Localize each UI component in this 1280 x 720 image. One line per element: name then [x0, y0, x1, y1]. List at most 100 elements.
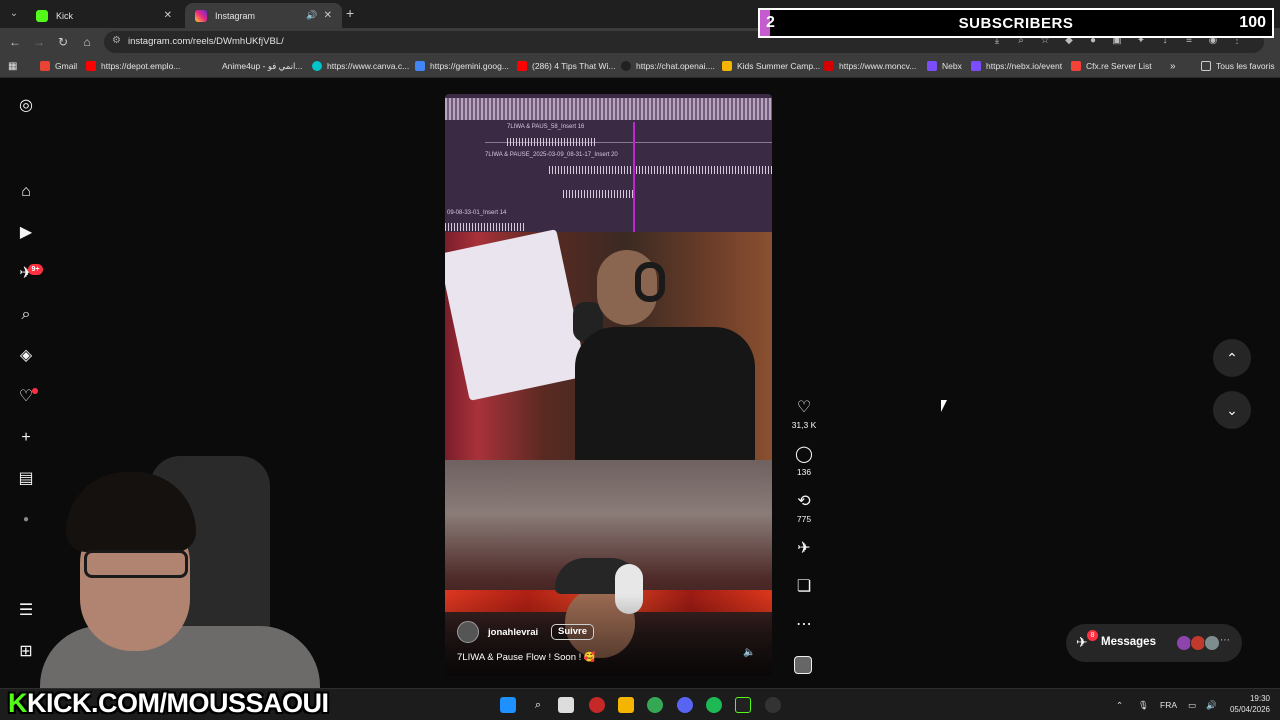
obs-icon[interactable] — [765, 697, 781, 713]
like-count: 31,3 K — [791, 420, 817, 430]
start-icon[interactable] — [500, 697, 516, 713]
all-bookmarks[interactable]: Tous les favoris — [1201, 61, 1275, 71]
openai-icon — [621, 61, 631, 71]
bookmark-item[interactable]: (286) 4 Tips That Wi... — [517, 61, 615, 71]
close-icon[interactable]: ✕ — [164, 10, 172, 21]
app-icon[interactable] — [589, 697, 605, 713]
bookmark-item[interactable]: Anime4up - انمي فو... — [222, 61, 302, 72]
comment-icon[interactable]: ◯ — [790, 445, 818, 465]
tray-chevron-icon[interactable]: ⌃ — [1116, 700, 1123, 711]
heart-icon[interactable]: ♡ — [790, 398, 818, 418]
apps-icon[interactable]: ▦ — [8, 61, 17, 72]
audio-clip — [507, 138, 597, 146]
avatar[interactable] — [457, 621, 479, 643]
streamer-glasses — [84, 550, 188, 578]
more-icon: ⋯ — [1220, 635, 1230, 646]
previous-reel-button[interactable]: ⌃ — [1213, 339, 1251, 377]
bookmark-icon[interactable]: ❏ — [790, 577, 818, 597]
taskbar-clock[interactable]: 19:30 05/04/2026 — [1222, 693, 1270, 715]
chevron-right-icon[interactable]: » — [1170, 61, 1176, 72]
bookmark-item[interactable]: https://www.canva.c... — [312, 61, 409, 71]
instagram-logo-icon[interactable]: ◎ — [16, 96, 36, 116]
kick-app-icon[interactable] — [735, 697, 751, 713]
back-icon[interactable]: ← — [6, 33, 24, 51]
plus-icon[interactable]: + — [16, 428, 36, 448]
home-icon[interactable]: ⌂ — [16, 182, 36, 202]
home-icon[interactable]: ⌂ — [78, 33, 96, 51]
nebx-icon — [927, 61, 937, 71]
bookmark-item[interactable]: Gmail — [40, 61, 77, 71]
messages-button[interactable]: ✈ 8 Messages ⋯ — [1066, 624, 1242, 662]
follow-button[interactable]: Suivre — [551, 624, 595, 640]
volume-icon[interactable]: 🔊 — [1206, 700, 1217, 711]
more-icon[interactable]: ⋯ — [790, 615, 818, 635]
comment-count: 136 — [796, 467, 812, 477]
studio-scene-top — [445, 229, 772, 467]
volume-icon[interactable]: 🔈 — [743, 647, 755, 658]
messages-label: Messages — [1101, 636, 1156, 648]
next-reel-button[interactable]: ⌄ — [1213, 391, 1251, 429]
audio-clip — [549, 166, 772, 174]
spotify-icon[interactable] — [706, 697, 722, 713]
save-action[interactable]: ❏ — [790, 577, 818, 597]
subscriber-goal: 100 — [1239, 14, 1266, 31]
instagram-icon — [195, 9, 207, 22]
chrome-icon[interactable] — [647, 697, 663, 713]
repost-icon[interactable]: ⟲ — [790, 492, 818, 512]
bookmark-item[interactable]: https://depot.emplo... — [86, 61, 180, 71]
bookmark-item[interactable]: https://gemini.goog... — [415, 61, 509, 71]
reel-video[interactable]: 7LIWA & PAUS_58_Insert 16 7LIWA & PAUSE_… — [445, 94, 772, 676]
person-body — [575, 327, 755, 467]
discord-icon[interactable] — [677, 697, 693, 713]
like-action[interactable]: ♡ 31,3 K — [790, 398, 818, 430]
clip-label: 7LIWA & PAUSE_2025-03-09_08-31-17_Insert… — [485, 152, 618, 158]
clock-time: 19:30 — [1249, 694, 1270, 703]
reels-icon[interactable]: ▶ — [16, 223, 36, 243]
site-info-icon[interactable]: ⚙ — [112, 35, 121, 46]
search-icon[interactable]: ⌕ — [16, 305, 36, 325]
address-url: instagram.com/reels/DWmhUKfjVBL/ — [128, 36, 284, 47]
search-icon[interactable]: ⌕ — [530, 697, 546, 713]
messages-badge: 8 — [1087, 630, 1098, 641]
mouse-cursor — [941, 400, 947, 412]
close-icon[interactable]: ✕ — [324, 10, 332, 21]
youtube-icon — [517, 61, 527, 71]
bookmark-item[interactable]: https://chat.openai.... — [621, 61, 715, 71]
microphone-icon[interactable]: 🎙 — [1138, 700, 1149, 711]
tab-label: Instagram — [215, 10, 256, 21]
reel-username[interactable]: jonahlevrai — [488, 627, 538, 638]
moncv-icon — [824, 61, 834, 71]
share-icon[interactable]: ✈ — [790, 539, 818, 559]
bookmark-item[interactable]: Cfx.re Server List — [1071, 61, 1152, 71]
bookmark-item[interactable]: https://nebx.io/event — [971, 61, 1062, 71]
repost-action[interactable]: ⟲ 775 — [790, 492, 818, 524]
folder-icon[interactable] — [618, 697, 634, 713]
bookmark-item[interactable]: Nebx — [927, 61, 962, 71]
direct-icon: ✈ — [1076, 634, 1088, 650]
speaker-icon[interactable]: 🔊 — [306, 10, 317, 21]
screen: ⌄ Kick ✕ Instagram 🔊 ✕ + 2 SUBSCRIBERS 1… — [0, 0, 1280, 720]
audio-clip — [563, 190, 633, 198]
task-view-icon[interactable] — [558, 697, 574, 713]
new-tab-button[interactable]: + — [346, 5, 354, 21]
audio-thumbnail[interactable] — [794, 656, 812, 674]
reload-icon[interactable]: ↻ — [54, 33, 72, 51]
network-icon[interactable]: ▭ — [1188, 700, 1196, 711]
notification-dot — [32, 388, 38, 394]
forward-icon[interactable]: → — [30, 33, 48, 51]
more-action[interactable]: ⋯ — [790, 615, 818, 635]
waveform — [445, 98, 772, 120]
reel-caption[interactable]: 7LIWA & Pause Flow ! Soon ! 🥰 — [457, 652, 596, 663]
share-action[interactable]: ✈ — [790, 539, 818, 559]
bookmark-item[interactable]: Kids Summer Camp... — [722, 61, 820, 71]
tab-search-icon[interactable]: ⌄ — [6, 6, 22, 22]
bookmark-item[interactable]: https://www.moncv... — [824, 61, 916, 71]
repost-count: 775 — [796, 514, 812, 524]
explore-icon[interactable]: ◈ — [16, 346, 36, 366]
input-language[interactable]: FRA — [1160, 700, 1177, 710]
tab-instagram[interactable]: Instagram 🔊 ✕ — [185, 3, 342, 28]
playhead — [633, 122, 635, 232]
tab-kick[interactable]: Kick ✕ — [26, 3, 182, 28]
comment-action[interactable]: ◯ 136 — [790, 445, 818, 477]
kick-k-letter: K — [8, 688, 28, 718]
